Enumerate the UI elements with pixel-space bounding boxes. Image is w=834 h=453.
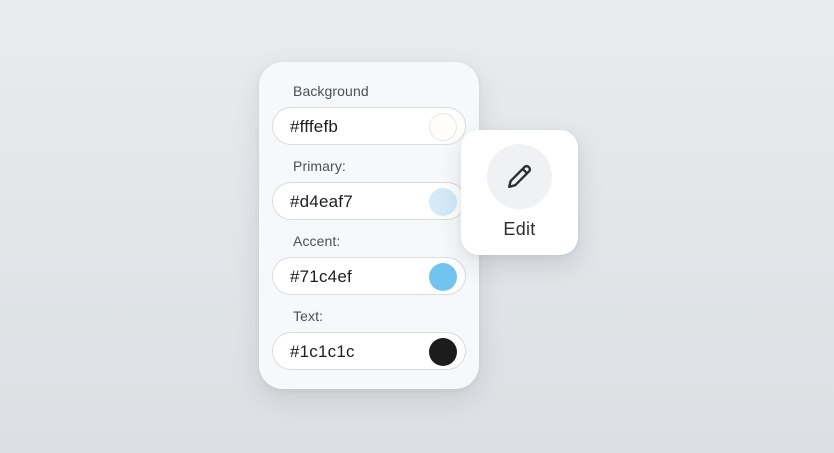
background-color-value[interactable]: #fffefb	[290, 117, 338, 137]
edit-icon-circle[interactable]	[487, 144, 552, 209]
background-color-swatch[interactable]	[429, 113, 457, 141]
background-label: Background	[293, 83, 369, 99]
accent-color-field[interactable]: #71c4ef	[272, 257, 466, 295]
primary-color-value[interactable]: #d4eaf7	[290, 192, 353, 212]
primary-color-swatch[interactable]	[429, 188, 457, 216]
edit-button-label[interactable]: Edit	[461, 219, 578, 240]
accent-label: Accent:	[293, 233, 341, 249]
edit-button[interactable]: Edit	[461, 130, 578, 255]
text-color-swatch[interactable]	[429, 338, 457, 366]
accent-color-swatch[interactable]	[429, 263, 457, 291]
accent-color-value[interactable]: #71c4ef	[290, 267, 352, 287]
color-theme-panel: Background #fffefb Primary: #d4eaf7 Acce…	[259, 62, 479, 389]
primary-color-field[interactable]: #d4eaf7	[272, 182, 466, 220]
text-color-value[interactable]: #1c1c1c	[290, 342, 355, 362]
text-label: Text:	[293, 308, 324, 324]
background-color-field[interactable]: #fffefb	[272, 107, 466, 145]
text-color-field[interactable]: #1c1c1c	[272, 332, 466, 370]
primary-label: Primary:	[293, 158, 346, 174]
pencil-icon	[508, 164, 532, 188]
